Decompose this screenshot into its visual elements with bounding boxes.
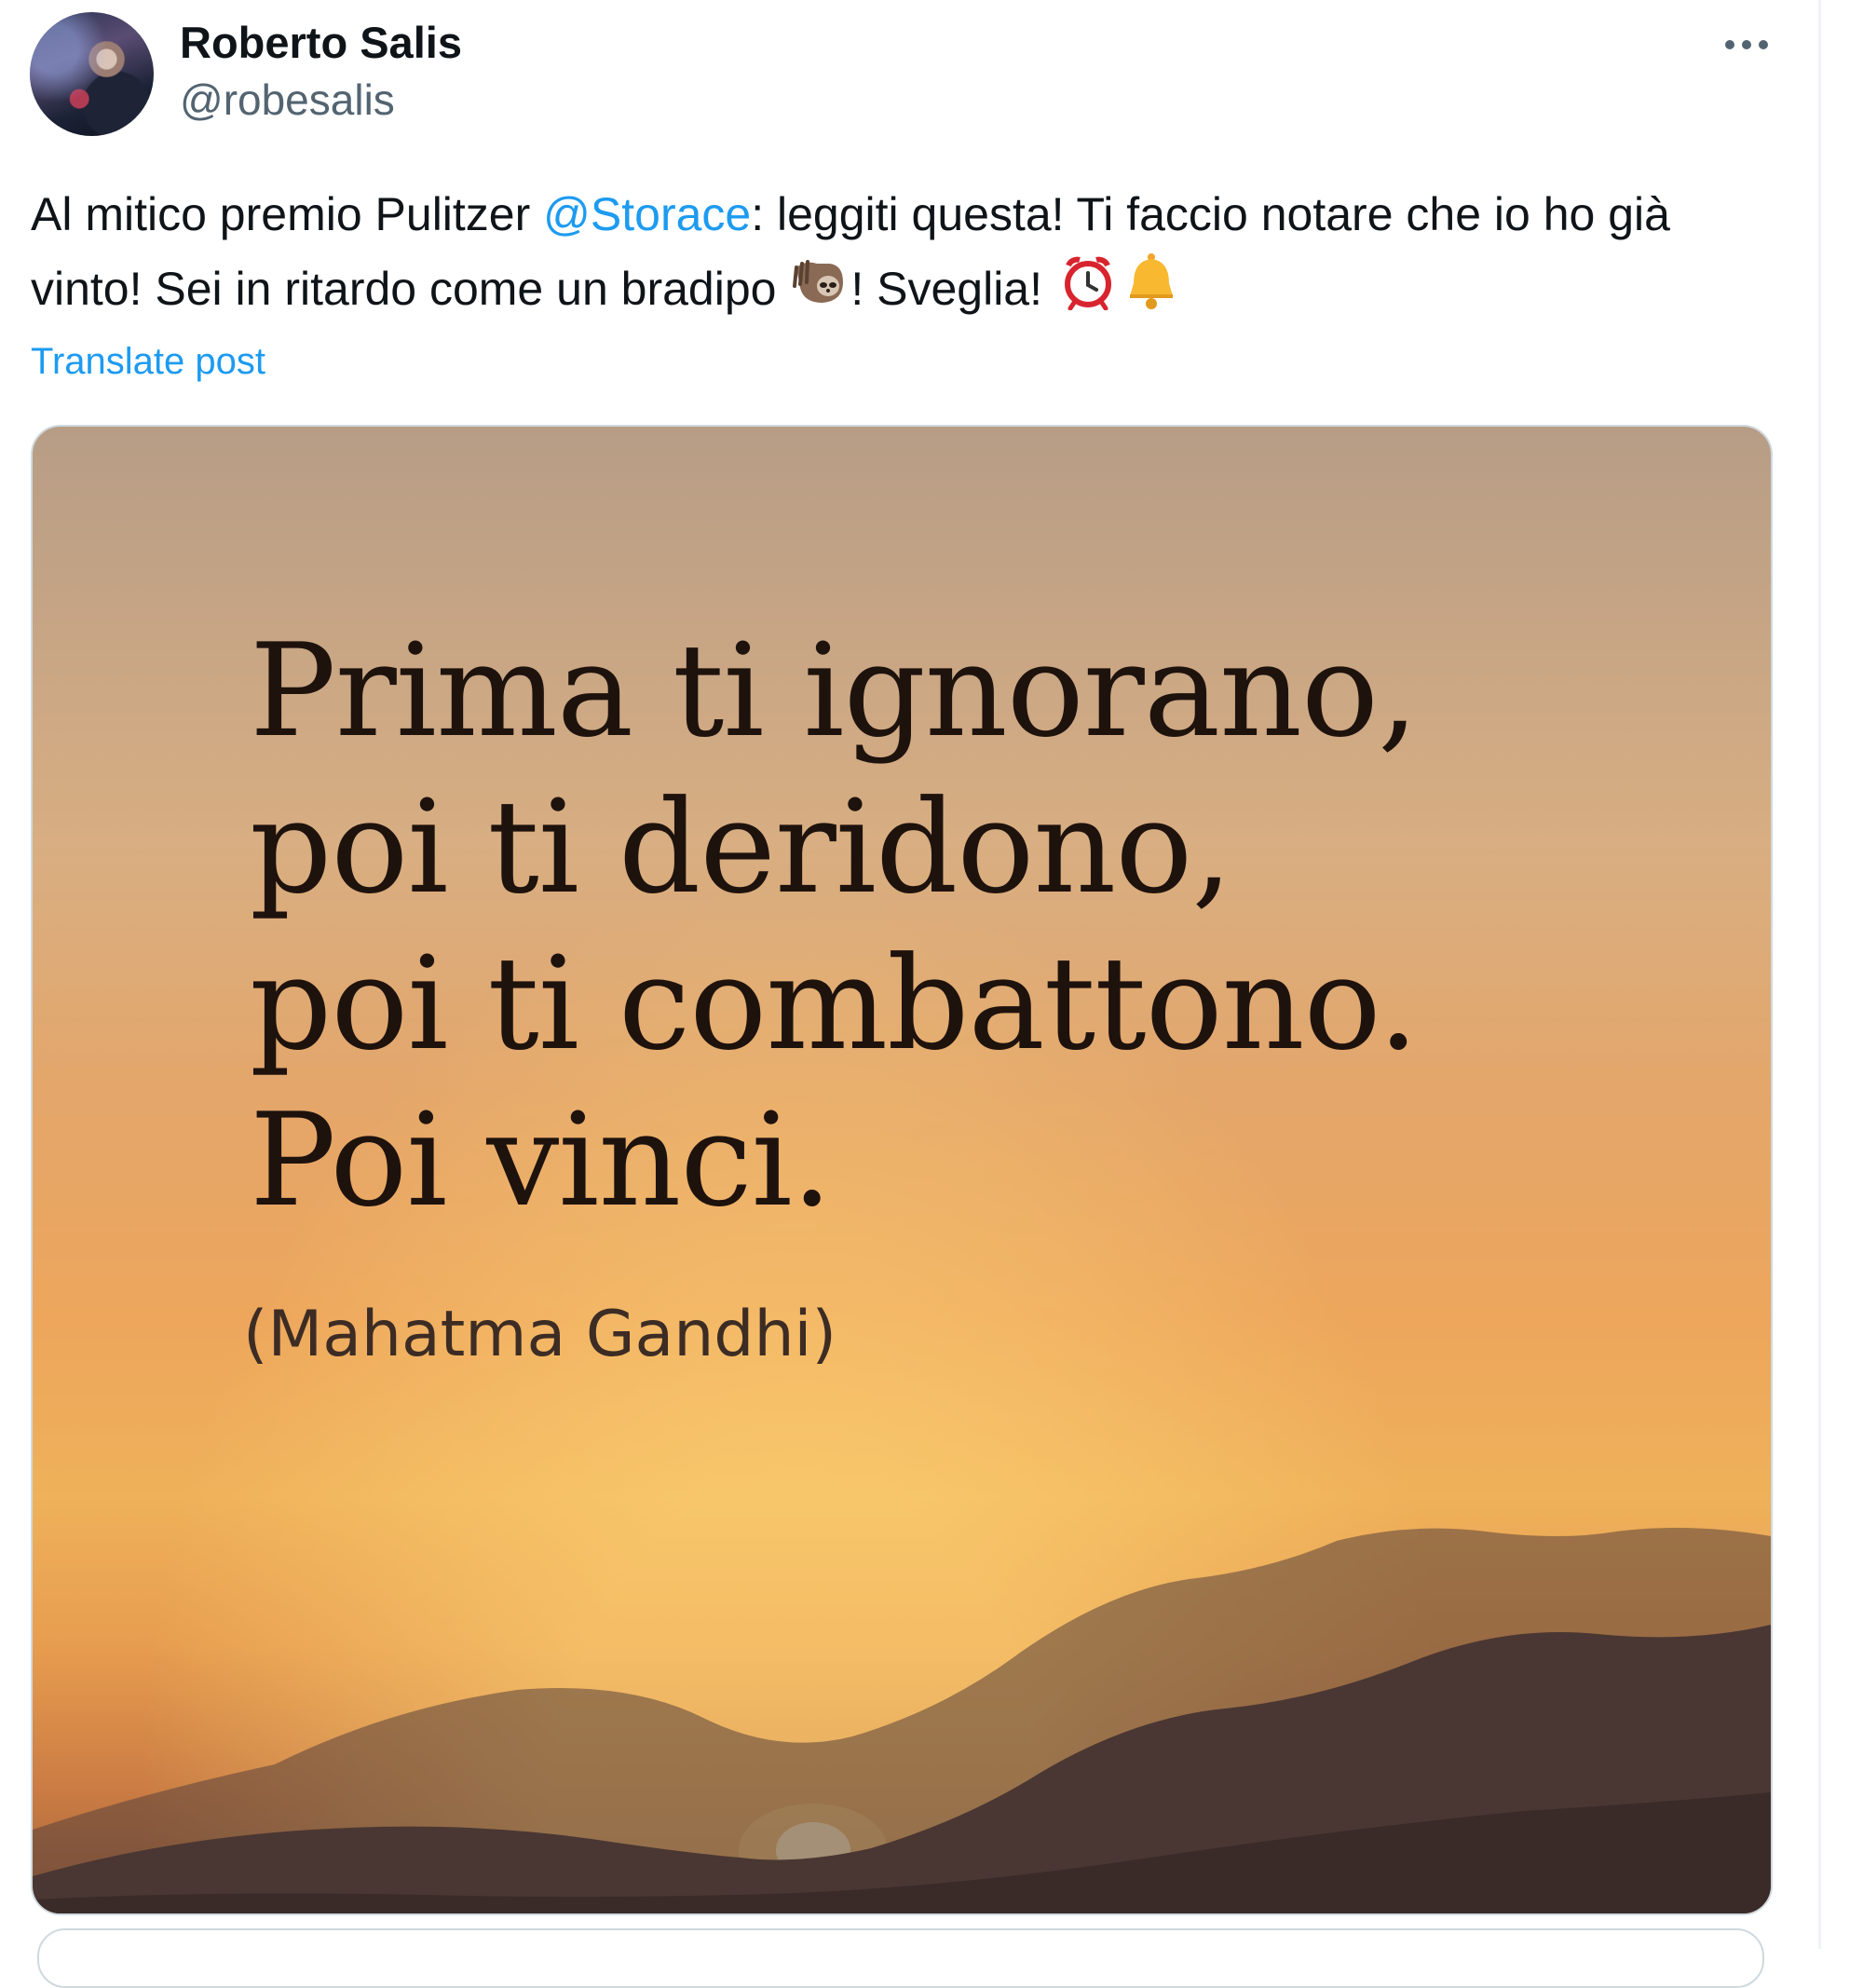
quote-line: Prima ti ignorano, — [250, 616, 1419, 766]
quote-line: Poi vinci. — [250, 1085, 833, 1235]
more-horizontal-icon — [1725, 40, 1768, 49]
bell-emoji-icon — [1124, 252, 1178, 333]
quote-author: (Mahatma Gandhi) — [243, 1298, 836, 1371]
alarm-clock-emoji-icon — [1059, 252, 1117, 332]
display-name[interactable]: Roberto Salis — [180, 15, 462, 71]
tweet-media-image[interactable]: Prima ti ignorano, poi ti deridono, poi … — [31, 425, 1773, 1915]
timeline-divider — [1818, 0, 1821, 1949]
tweet-text-part1: Al mitico premio Pulitzer — [31, 188, 544, 240]
mention-link[interactable]: @Storace — [543, 188, 751, 240]
quote-text: Prima ti ignorano, poi ti deridono, poi … — [250, 613, 1419, 1239]
sloth-emoji-icon — [793, 254, 847, 330]
translate-post-link[interactable]: Translate post — [31, 337, 265, 386]
mountains-silhouette — [33, 1528, 1771, 1913]
avatar[interactable] — [30, 12, 154, 136]
user-info: Roberto Salis @robesalis — [180, 15, 462, 129]
tweet-text-part3: ! Sveglia! — [850, 263, 1055, 315]
quote-line: poi ti combattono. — [250, 929, 1419, 1079]
tweet[interactable]: Roberto Salis @robesalis Al mitico premi… — [0, 0, 1818, 1988]
embedded-card-edge[interactable] — [37, 1928, 1764, 1988]
more-options-button[interactable] — [1714, 19, 1779, 71]
avatar-photo — [30, 12, 154, 136]
tweet-text: Al mitico premio Pulitzer @Storace: legg… — [31, 177, 1782, 333]
user-handle[interactable]: @robesalis — [180, 71, 462, 129]
quote-line: poi ti deridono, — [250, 772, 1232, 922]
